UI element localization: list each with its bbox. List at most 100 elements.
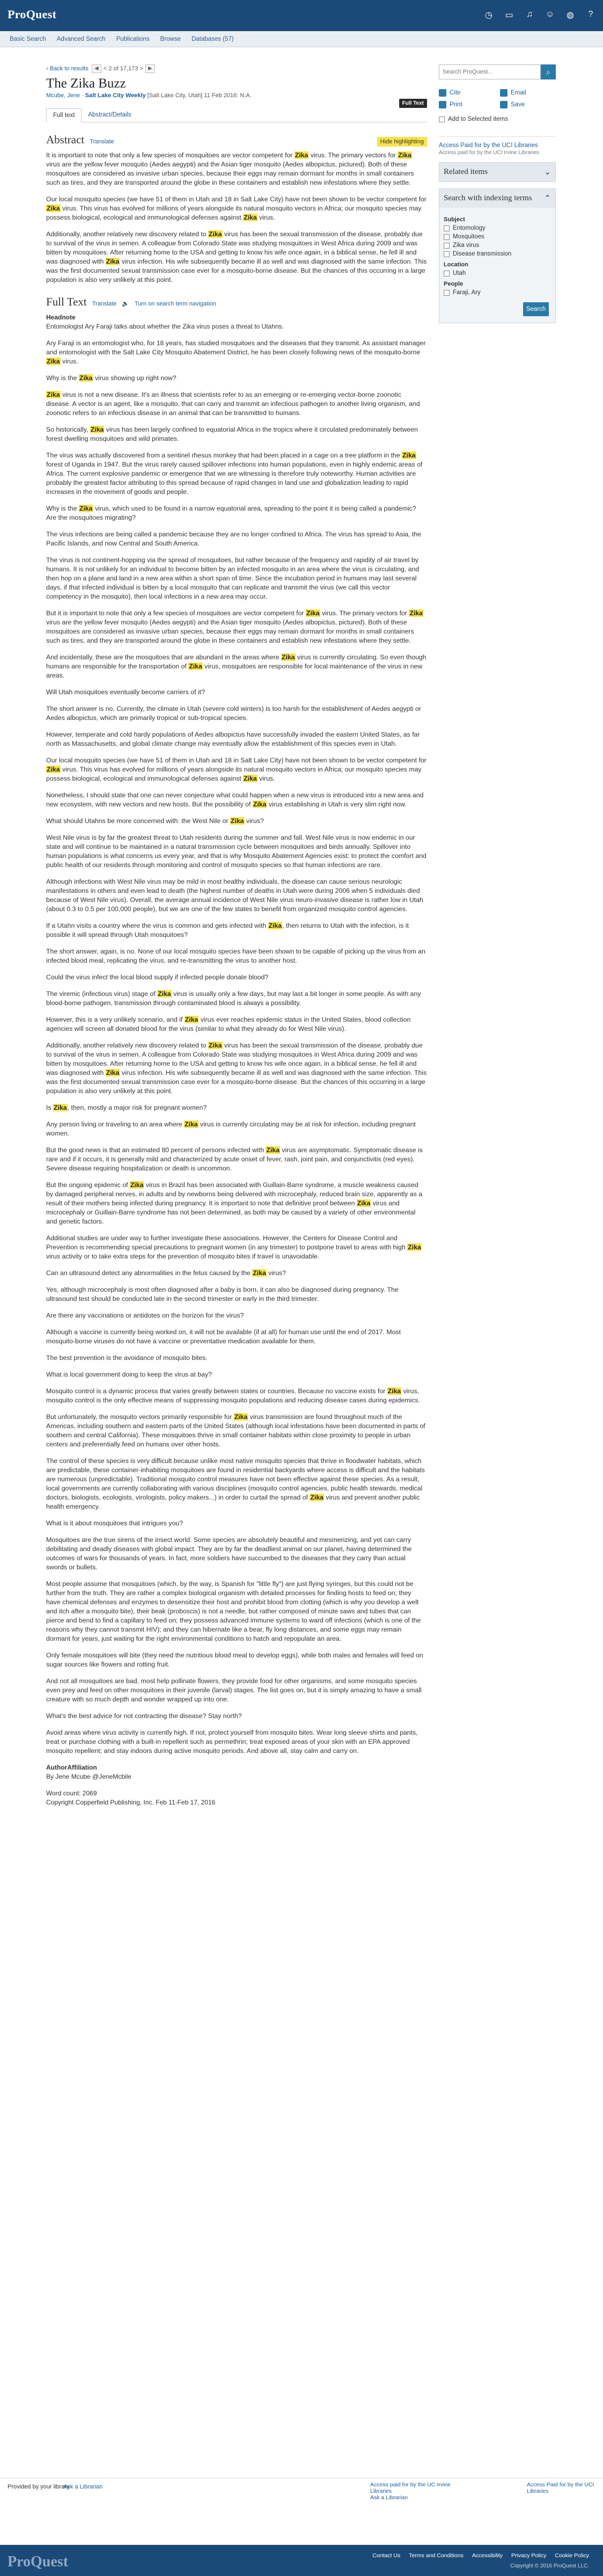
abstract-translate-link[interactable]: Translate	[90, 139, 114, 145]
paragraph: The control of these species is very dif…	[46, 1457, 427, 1511]
chevron-up-icon[interactable]: ⌃	[544, 193, 551, 203]
people-list: Faraji, Ary	[444, 289, 551, 296]
paragraph: Mosquitoes are the true sirens of the in…	[46, 1536, 427, 1572]
footer: Provided by your library Ask a Librarian…	[0, 2478, 603, 2576]
highlighted-term: Zika	[53, 1104, 68, 1111]
bell-icon[interactable]: ♫	[525, 10, 534, 20]
paragraph: The viremic (infectious virus) stage of …	[46, 989, 427, 1008]
email-tool[interactable]: Email	[500, 89, 556, 97]
access-notice: Access Paid for by the UCI Libraries Acc…	[439, 136, 556, 156]
publication-link[interactable]: Salt Lake City Weekly	[85, 92, 146, 99]
result-pager: ◀ < 2 of 17,173 > ▶	[91, 64, 155, 73]
footer-logo: ProQuest	[8, 2553, 69, 2570]
highlighted-term: Zika	[407, 1243, 422, 1251]
highlighted-term: Zika	[281, 653, 296, 661]
paragraph: The short answer is no. Currently, the c…	[46, 704, 427, 723]
footer-link-accessibility[interactable]: Accessibility	[472, 2552, 503, 2559]
paragraph: Nonetheless, I should state that one can…	[46, 791, 427, 809]
print-tool[interactable]: Print	[439, 101, 495, 108]
facet-option[interactable]: Disease transmission	[444, 251, 551, 257]
subject-label: Subject	[444, 216, 465, 223]
paragraph-text: Why is the	[46, 505, 79, 512]
hide-highlighting-button[interactable]: Hide highlighting	[377, 137, 427, 147]
proquest-logo[interactable]: ProQuest	[8, 8, 56, 21]
highlighted-term: Zika	[310, 1494, 325, 1501]
facet-option[interactable]: Entomology	[444, 225, 551, 231]
paragraph: And incidentally, these are the mosquito…	[46, 653, 427, 680]
footer-link-contact-us[interactable]: Contact Us	[372, 2552, 400, 2559]
tab-abstract-details[interactable]: Abstract/Details	[82, 108, 138, 122]
question-icon[interactable]: ?	[586, 10, 595, 20]
facet-option[interactable]: Faraji, Ary	[444, 289, 551, 296]
fulltext-translate-link[interactable]: Translate	[92, 301, 116, 307]
author-link[interactable]: Mcube, Jene	[46, 92, 80, 99]
document-main: ‹ Back to results ◀ < 2 of 17,173 > ▶ Th…	[46, 64, 427, 1815]
folder-icon[interactable]: ▭	[504, 10, 514, 20]
email-icon	[500, 89, 508, 97]
paragraph-text: But it is important to note that only a …	[46, 609, 306, 617]
highlighted-term: Zika	[356, 1199, 371, 1207]
save-tool[interactable]: Save	[500, 101, 556, 108]
pager-next-button[interactable]: ▶	[145, 64, 155, 73]
footer-link-cookie-policy[interactable]: Cookie Policy	[555, 2552, 589, 2559]
highlighted-term: Zika	[208, 1042, 223, 1049]
doc-copyright: Copyright Copperfield Publishing, Inc. F…	[46, 1799, 216, 1806]
search-icon[interactable]: ⌕	[541, 64, 556, 79]
paragraph: However, temperate and cold hardy popula…	[46, 730, 427, 748]
add-selected-checkbox[interactable]	[439, 116, 445, 122]
indexing-facets: Subject Entomology Mosquitoes Zika virus Di…	[439, 208, 555, 323]
speaker-icon[interactable]: 🔈	[122, 300, 129, 307]
pager-prev-button[interactable]: ◀	[91, 64, 101, 73]
facet-checkbox[interactable]	[444, 289, 450, 296]
paragraph-text: virus?	[244, 817, 264, 825]
paragraph-text: virus activity or to take extra steps fo…	[46, 1253, 320, 1260]
paragraph: The virus infections are being called a …	[46, 530, 427, 548]
paragraph-text: virus. This virus has evolved for millio…	[46, 205, 422, 221]
related-items-panel[interactable]: Related items ⌄	[439, 162, 556, 182]
paragraph: And not all mosquitoes are bad, most hel…	[46, 1677, 427, 1704]
nav-item-publications[interactable]: Publications	[116, 36, 150, 42]
nav-item-databases-57[interactable]: Databases (57)	[192, 36, 234, 42]
paragraph-text: virus are the yellow fever mosquito (Aed…	[46, 161, 414, 186]
nav-item-basic-search[interactable]: Basic Search	[10, 36, 46, 42]
nav-item-browse[interactable]: Browse	[160, 36, 181, 42]
facet-option[interactable]: Mosquitoes	[444, 234, 551, 240]
paragraph-text: What should Utahns be more concerned wit…	[46, 817, 230, 825]
facet-checkbox[interactable]	[444, 234, 450, 240]
highlighted-term: Zika	[266, 1146, 281, 1154]
indexing-search-button[interactable]: Search	[523, 302, 549, 316]
cite-tool[interactable]: Cite	[439, 89, 495, 97]
clock-icon[interactable]: ◷	[484, 10, 494, 20]
footer-access-link-2[interactable]: Access Paid for by the UCI Libraries	[527, 2482, 597, 2494]
globe-icon[interactable]: ◍	[565, 10, 575, 20]
ask-librarian-link[interactable]: Ask a Librarian	[63, 2484, 102, 2490]
footer-link-privacy-policy[interactable]: Privacy Policy	[511, 2552, 546, 2559]
tab-full-text[interactable]: Full text	[46, 108, 82, 122]
paragraph: Our local mosquito species (we have 51 o…	[46, 195, 427, 222]
facet-option[interactable]: Zika virus	[444, 242, 551, 249]
highlighted-term: Zika	[252, 801, 267, 808]
paragraph-text: Avoid areas where virus activity is curr…	[46, 1729, 418, 1755]
paragraph-text: The virus was actually discovered from a…	[46, 452, 402, 459]
facet-checkbox[interactable]	[444, 225, 450, 231]
word-count: Word count: 2069	[46, 1789, 97, 1797]
facet-option-label: Disease transmission	[453, 251, 512, 257]
facet-checkbox[interactable]	[444, 242, 450, 249]
search-input[interactable]	[439, 64, 541, 79]
facet-checkbox[interactable]	[444, 251, 450, 257]
copyright: Copyright © 2016 ProQuest LLC.	[510, 2563, 589, 2569]
add-selected-item[interactable]: Add to Selected items	[439, 116, 556, 122]
user-icon[interactable]: ☺	[545, 10, 555, 20]
chevron-down-icon[interactable]: ⌄	[544, 167, 551, 177]
footer-ask-link[interactable]: Ask a Librarian	[370, 2494, 408, 2501]
facet-option[interactable]: Utah	[444, 270, 551, 276]
back-to-results-link[interactable]: ‹ Back to results	[46, 66, 89, 72]
paragraph-text: forest of Uganda in 1947. But the virus …	[46, 461, 423, 496]
facet-checkbox[interactable]	[444, 270, 450, 276]
footer-access-link[interactable]: Access paid for by the UC Irvine Librari…	[370, 2482, 451, 2494]
footer-link-terms-and-conditions[interactable]: Terms and Conditions	[409, 2552, 464, 2559]
nav-item-advanced-search[interactable]: Advanced Search	[57, 36, 106, 42]
search-term-navigation-link[interactable]: Turn on search term navigation	[135, 301, 216, 307]
paragraph-text: Additionally, another relatively new dis…	[46, 1042, 208, 1049]
access-link[interactable]: Access Paid for by the UCI Libraries	[439, 142, 538, 149]
